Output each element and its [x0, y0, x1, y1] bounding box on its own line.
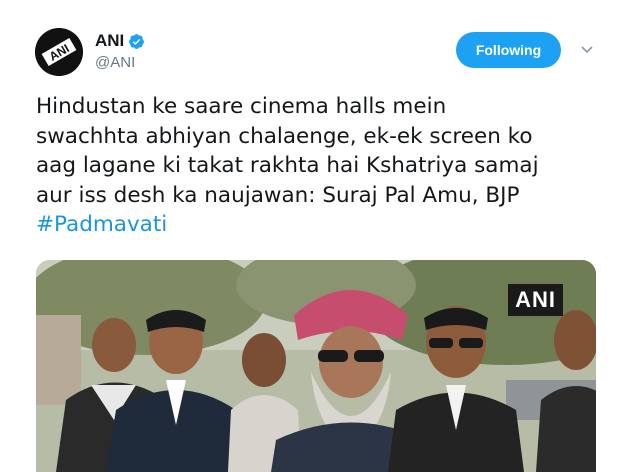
- media-watermark: ANI: [508, 284, 563, 316]
- tweet-line: aur iss desh ka naujawan: Suraj Pal Amu,…: [36, 182, 520, 208]
- tweet-line: swachhta abhiyan chalaenge, ek-ek screen…: [36, 123, 533, 149]
- following-button[interactable]: Following: [456, 32, 561, 68]
- account-handle[interactable]: @ANI: [95, 54, 135, 71]
- tweet-text: Hindustan ke saare cinema halls mein swa…: [36, 92, 611, 240]
- tweet-line: aag lagane ki takat rakhta hai Kshatriya…: [36, 153, 539, 178]
- avatar[interactable]: ANI: [35, 28, 83, 76]
- hashtag-link[interactable]: #Padmavati: [36, 210, 611, 240]
- display-name[interactable]: ANI: [95, 31, 124, 51]
- tweet-media-photo[interactable]: ANI: [36, 260, 596, 472]
- account-name-row: ANI: [95, 31, 145, 51]
- ani-logo-icon: ANI: [35, 28, 83, 76]
- tweet-line: Hindustan ke saare cinema halls mein: [36, 94, 447, 119]
- chevron-down-icon[interactable]: [580, 42, 594, 56]
- verified-badge-icon: [129, 33, 145, 49]
